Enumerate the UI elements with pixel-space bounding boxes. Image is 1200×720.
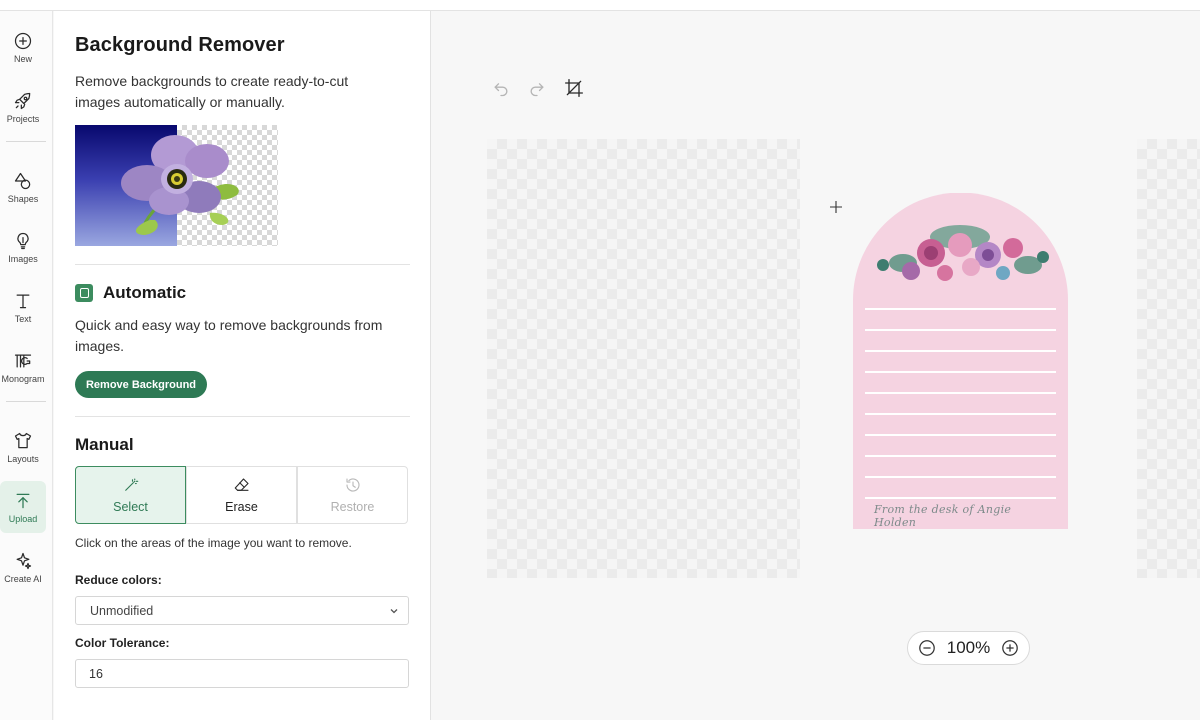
top-bar bbox=[0, 0, 1200, 11]
tool-rail: New Projects Shapes Images Text Monogram… bbox=[0, 11, 53, 720]
transparent-canvas-right[interactable] bbox=[1137, 139, 1200, 578]
rail-item-upload[interactable]: Upload bbox=[0, 481, 46, 533]
rail-item-label: Images bbox=[8, 253, 38, 264]
crop-icon bbox=[565, 79, 583, 98]
chevron-down-icon bbox=[390, 609, 398, 614]
tool-label: Select bbox=[113, 500, 148, 514]
tool-label: Erase bbox=[225, 500, 258, 514]
erase-tool-button[interactable]: Erase bbox=[186, 466, 297, 524]
rail-item-label: Create AI bbox=[4, 573, 42, 584]
automatic-badge-icon bbox=[75, 284, 93, 302]
zoom-out-icon[interactable] bbox=[918, 639, 936, 657]
undo-button[interactable] bbox=[491, 78, 511, 98]
monogram-icon bbox=[14, 354, 32, 367]
rail-item-label: Layouts bbox=[7, 453, 39, 464]
manual-hint: Click on the areas of the image you want… bbox=[75, 536, 352, 550]
rail-item-label: Monogram bbox=[1, 373, 45, 384]
rail-divider bbox=[6, 401, 46, 402]
rail-item-label: Text bbox=[14, 313, 32, 324]
rail-divider bbox=[6, 141, 46, 142]
zoom-level: 100% bbox=[946, 638, 991, 657]
flower-illustration bbox=[121, 135, 239, 235]
card-signature-text: From the desk of Angie Holden bbox=[874, 503, 1012, 529]
zoom-in-icon[interactable] bbox=[1001, 639, 1019, 657]
restore-history-icon bbox=[345, 478, 360, 492]
rail-item-text[interactable]: Text bbox=[0, 281, 46, 333]
rail-item-images[interactable]: Images bbox=[0, 221, 46, 273]
redo-button[interactable] bbox=[527, 78, 547, 98]
color-tolerance-input[interactable] bbox=[75, 659, 409, 688]
crosshair-cursor-icon bbox=[830, 201, 842, 213]
lightbulb-icon bbox=[17, 232, 29, 249]
arched-notepad-image[interactable] bbox=[853, 193, 1068, 529]
shirt-icon bbox=[14, 432, 32, 448]
magic-wand-icon bbox=[124, 478, 138, 491]
reduce-colors-value: Unmodified bbox=[90, 604, 154, 618]
rail-item-monogram[interactable]: Monogram bbox=[0, 341, 46, 393]
automatic-section-header: Automatic bbox=[75, 283, 186, 303]
rail-item-projects[interactable]: Projects bbox=[0, 81, 46, 133]
shapes-icon bbox=[14, 172, 31, 189]
reduce-colors-select[interactable]: Unmodified bbox=[75, 596, 409, 625]
select-tool-button[interactable]: Select bbox=[75, 466, 186, 524]
zoom-control: 100% bbox=[907, 631, 1030, 665]
rail-item-label: Upload bbox=[8, 513, 38, 524]
automatic-title: Automatic bbox=[103, 283, 187, 302]
remove-background-button[interactable]: Remove Background bbox=[75, 371, 207, 398]
rocket-icon bbox=[14, 92, 31, 109]
redo-icon bbox=[530, 83, 544, 97]
section-divider bbox=[75, 264, 410, 265]
automatic-description: Quick and easy way to remove backgrounds… bbox=[75, 317, 383, 354]
rail-item-new[interactable]: New bbox=[0, 21, 46, 73]
background-remover-panel: Background Remover Remove backgrounds to… bbox=[54, 11, 431, 720]
panel-title: Background Remover bbox=[75, 34, 285, 56]
eraser-icon bbox=[234, 478, 249, 491]
plus-circle-icon bbox=[14, 32, 32, 49]
sample-before-after-image bbox=[75, 125, 278, 246]
upload-icon bbox=[16, 493, 30, 508]
color-tolerance-label: Color Tolerance: bbox=[75, 636, 170, 650]
transparent-canvas-left[interactable] bbox=[487, 139, 800, 578]
rail-item-create-ai[interactable]: Create AI bbox=[0, 541, 46, 593]
rail-item-label: Shapes bbox=[7, 193, 39, 204]
text-icon bbox=[16, 294, 30, 308]
panel-description: Remove backgrounds to create ready-to-cu… bbox=[75, 73, 349, 110]
rail-item-shapes[interactable]: Shapes bbox=[0, 161, 46, 213]
rail-item-label: Projects bbox=[6, 113, 40, 124]
sparkle-icon bbox=[16, 552, 32, 569]
rail-item-label: New bbox=[13, 53, 32, 64]
reduce-colors-label: Reduce colors: bbox=[75, 573, 162, 587]
rail-item-layouts[interactable]: Layouts bbox=[0, 421, 46, 473]
undo-icon bbox=[494, 83, 508, 97]
manual-title: Manual bbox=[75, 435, 134, 454]
section-divider bbox=[75, 416, 410, 417]
tool-label: Restore bbox=[330, 500, 375, 514]
restore-tool-button[interactable]: Restore bbox=[297, 466, 408, 524]
crop-button[interactable] bbox=[564, 78, 584, 98]
